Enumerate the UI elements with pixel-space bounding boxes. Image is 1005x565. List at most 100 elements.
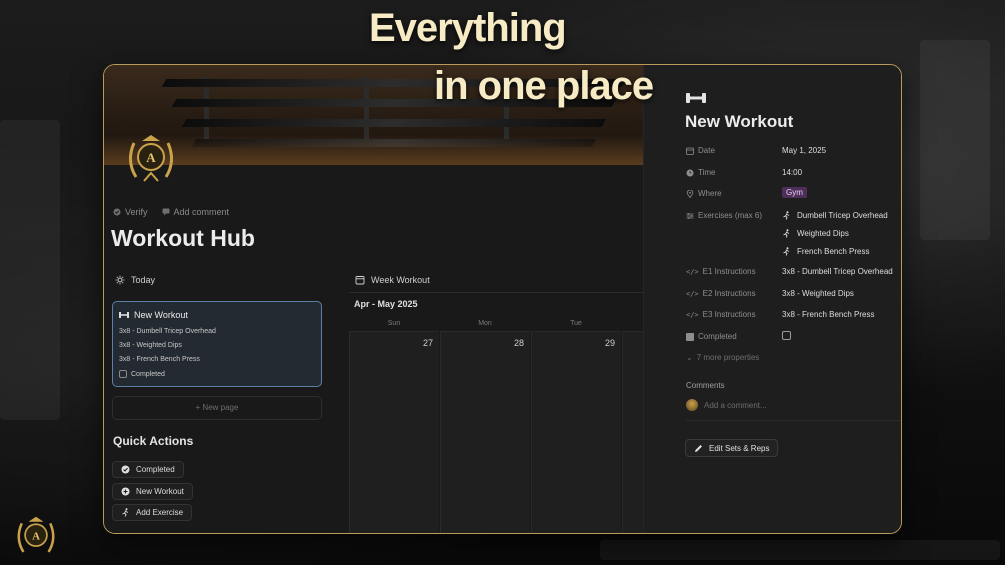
comment-placeholder: Add a comment...: [704, 400, 767, 410]
date-property[interactable]: Date: [686, 146, 715, 155]
edit-sets-reps-button[interactable]: Edit Sets & Reps: [685, 439, 779, 457]
completed-property[interactable]: Completed: [686, 332, 737, 341]
exercise-name: French Bench Press: [797, 247, 870, 256]
cover-image: [104, 65, 643, 165]
avatar: [686, 399, 698, 411]
e1-value[interactable]: 3x8 - Dumbell Tricep Overhead: [782, 267, 893, 276]
weekday-label: Mon: [478, 320, 492, 327]
code-icon: </>: [686, 289, 699, 298]
calendar-day-cell[interactable]: 28: [440, 331, 530, 533]
clock-icon: [686, 169, 694, 176]
completed-label: Completed: [698, 332, 737, 341]
running-figure-icon: [783, 229, 790, 238]
new-workout-action-button[interactable]: New Workout: [112, 483, 193, 500]
plus-circle-icon: [121, 487, 130, 496]
completed-checkbox[interactable]: [782, 331, 791, 342]
background-shape: [920, 40, 990, 240]
app-window: A Verify Add comment Workout Hub Today N…: [103, 64, 902, 534]
chevron-down-icon: ⌄: [686, 353, 693, 362]
today-label: Today: [131, 275, 156, 285]
background-shape: [600, 540, 1000, 560]
comment-icon: [162, 208, 170, 216]
exercises-property[interactable]: Exercises (max 6): [686, 211, 762, 220]
verify-button[interactable]: Verify: [113, 207, 148, 217]
time-value[interactable]: 14:00: [782, 168, 802, 177]
checkbox-icon: [686, 332, 694, 341]
exercises-label: Exercises (max 6): [698, 211, 763, 220]
edit-sets-reps-label: Edit Sets & Reps: [709, 443, 770, 453]
completed-action-label: Completed: [136, 465, 175, 474]
add-comment-button[interactable]: Add comment: [162, 207, 230, 217]
cover-treadmill: [161, 79, 627, 87]
exercise-link[interactable]: French Bench Press: [782, 247, 869, 256]
new-workout-action-label: New Workout: [136, 487, 184, 496]
card-exercise-line: 3x8 - Weighted Dips: [119, 342, 182, 349]
more-properties-label: 7 more properties: [696, 353, 760, 362]
weekday-label: Tue: [570, 320, 582, 327]
cover-treadmill: [181, 119, 607, 127]
card-exercise-line: 3x8 - French Bench Press: [119, 356, 200, 363]
today-header: Today: [115, 275, 155, 285]
date-label: Date: [698, 146, 715, 155]
page-title: Workout Hub: [111, 225, 255, 251]
calendar-icon: [355, 276, 365, 285]
calendar-icon: [686, 147, 694, 155]
cover-treadmill: [171, 99, 617, 107]
e3-value[interactable]: 3x8 - French Bench Press: [782, 310, 874, 319]
verify-label: Verify: [125, 207, 148, 217]
exercise-link[interactable]: Weighted Dips: [782, 229, 849, 238]
running-figure-icon: [783, 247, 790, 256]
divider: [686, 420, 901, 421]
day-number: 27: [422, 338, 433, 348]
workout-title: New Workout: [685, 112, 794, 131]
time-label: Time: [698, 168, 716, 177]
e1-instructions-property[interactable]: </> E1 Instructions: [686, 267, 756, 276]
where-property[interactable]: Where: [686, 189, 722, 198]
svg-text:A: A: [146, 150, 156, 165]
add-exercise-action-label: Add Exercise: [136, 508, 184, 517]
headline-line-1: Everything: [369, 6, 567, 50]
week-calendar: Sun Mon Tue 27 28 29: [349, 317, 643, 533]
week-workout-label: Week Workout: [371, 275, 430, 285]
exercise-name: Weighted Dips: [797, 229, 849, 238]
new-page-button[interactable]: + New page: [112, 396, 322, 420]
completed-label: Completed: [131, 370, 165, 378]
dumbbell-icon: [119, 312, 129, 318]
checkbox[interactable]: [782, 331, 791, 340]
add-comment-label: Add comment: [173, 207, 230, 217]
gym-tag: Gym: [782, 187, 807, 198]
exercise-link[interactable]: Dumbell Tricep Overhead: [782, 211, 888, 220]
cover-glow: [104, 135, 643, 165]
running-figure-icon: [783, 211, 790, 220]
card-title-label: New Workout: [134, 310, 188, 320]
e3-instructions-property[interactable]: </> E3 Instructions: [686, 310, 756, 319]
sliders-icon: [686, 212, 694, 219]
date-value[interactable]: May 1, 2025: [782, 146, 826, 155]
time-property[interactable]: Time: [686, 168, 715, 177]
add-exercise-action-button[interactable]: Add Exercise: [112, 504, 193, 521]
check-circle-icon: [121, 465, 130, 474]
comment-input[interactable]: Add a comment...: [686, 399, 767, 411]
card-exercise-line: 3x8 - Dumbell Tricep Overhead: [119, 328, 216, 335]
e2-instructions-property[interactable]: </> E2 Instructions: [686, 289, 756, 298]
code-icon: </>: [686, 267, 699, 276]
today-workout-card[interactable]: New Workout 3x8 - Dumbell Tricep Overhea…: [112, 301, 322, 387]
calendar-day-cell[interactable]: 27: [349, 331, 439, 533]
e2-value[interactable]: 3x8 - Weighted Dips: [782, 289, 854, 298]
completed-checkbox[interactable]: [119, 370, 127, 378]
sun-icon: [115, 275, 125, 285]
completed-action-button[interactable]: Completed: [112, 461, 184, 478]
weekday-label: Sun: [387, 320, 401, 327]
pencil-icon: [695, 444, 702, 452]
verify-icon: [113, 208, 121, 216]
more-properties-toggle[interactable]: ⌄ 7 more properties: [686, 353, 759, 362]
where-value[interactable]: Gym: [782, 187, 807, 198]
day-number: 29: [604, 338, 615, 348]
divider: [349, 292, 643, 293]
workout-detail-panel: New Workout Date May 1, 2025 Time 14:00 …: [643, 65, 901, 533]
calendar-day-cell[interactable]: [622, 331, 643, 533]
quick-actions-title: Quick Actions: [113, 434, 194, 448]
calendar-day-cell[interactable]: 29: [531, 331, 621, 533]
card-title: New Workout: [119, 310, 315, 320]
where-label: Where: [698, 189, 722, 198]
